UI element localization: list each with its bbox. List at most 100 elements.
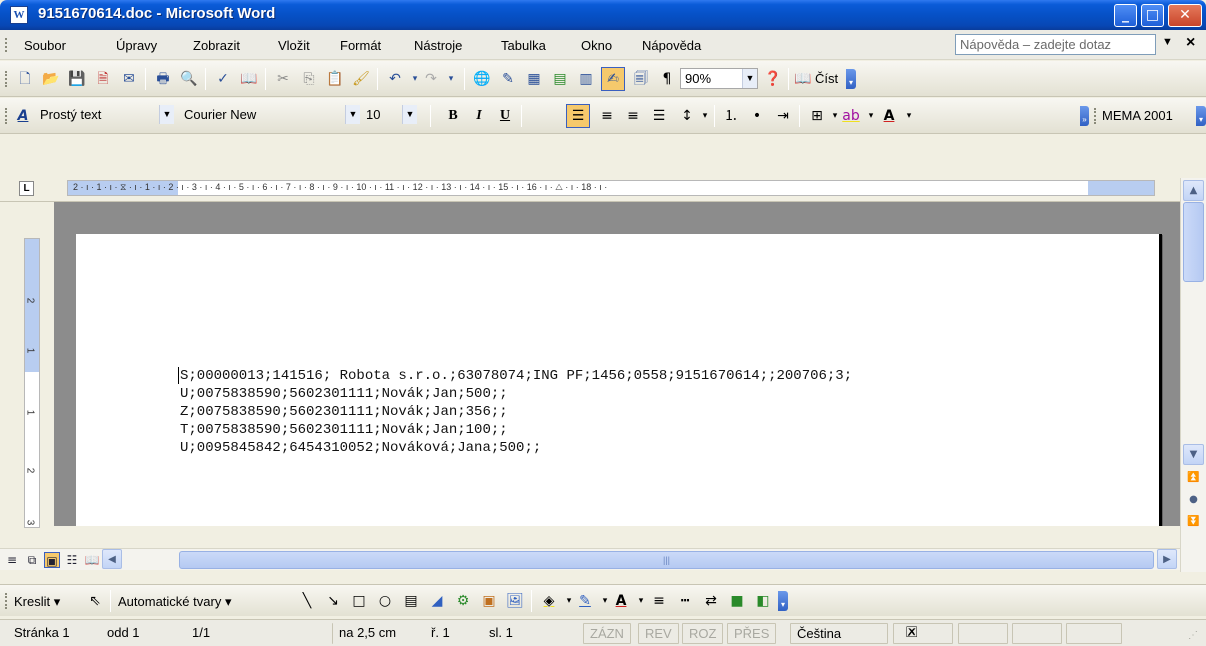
ruler-strip[interactable]: 2 · ı · 1 · ı · ⧖ · ı · 1 · ı · 2 · ı · …: [67, 180, 1155, 196]
open-folder-icon[interactable]: 📂: [40, 68, 62, 90]
spelling-icon[interactable]: ✓: [212, 68, 234, 90]
scroll-up-icon[interactable]: ▲: [1183, 180, 1204, 201]
insert-picture-icon[interactable]: 🖼: [504, 590, 526, 612]
title-bar[interactable]: W 9151670614.doc - Microsoft Word _ □ ✕: [0, 0, 1206, 30]
status-extend[interactable]: ROZ: [682, 623, 724, 644]
close-button[interactable]: ✕: [1168, 4, 1202, 27]
select-objects-icon[interactable]: ⇖: [84, 590, 106, 612]
mema-toolbar-label[interactable]: MEMA 2001: [1102, 108, 1173, 123]
menu-grip[interactable]: [5, 38, 8, 52]
font-color-dropdown-icon[interactable]: ▾: [898, 105, 920, 127]
help-search-input[interactable]: Nápověda – zadejte dotaz: [955, 34, 1156, 55]
insert-table-icon[interactable]: ▦: [523, 68, 545, 90]
show-hide-icon[interactable]: ¶: [656, 68, 678, 90]
align-left-icon[interactable]: ☰: [566, 104, 590, 128]
vertical-scrollbar[interactable]: ▲ ▼ ⏫ ● ⏬: [1180, 178, 1206, 572]
toolbar-grip[interactable]: [5, 108, 8, 124]
bold-button[interactable]: B: [442, 105, 464, 127]
draw-font-color-icon[interactable]: A: [610, 590, 632, 612]
scroll-left-icon[interactable]: ◀: [102, 549, 122, 569]
font-select[interactable]: Courier New ▼: [180, 105, 360, 126]
undo-icon[interactable]: ↶: [384, 68, 406, 90]
drawing-toolbar-options-icon[interactable]: ▾: [778, 591, 788, 611]
diagram-icon[interactable]: ⚙: [452, 590, 474, 612]
underline-button[interactable]: U: [494, 105, 516, 127]
spelling-status-icon[interactable]: 🗷: [893, 623, 953, 644]
read-mode-icon[interactable]: 📖: [792, 68, 814, 90]
redo-dropdown-icon[interactable]: ▾: [440, 68, 462, 90]
status-language[interactable]: Čeština: [790, 623, 888, 644]
line-color-icon[interactable]: ✎: [574, 590, 596, 612]
menu-vlozit[interactable]: Vložit: [278, 38, 310, 53]
scroll-right-icon[interactable]: ▶: [1157, 549, 1177, 569]
dash-style-icon[interactable]: ┅: [674, 590, 696, 612]
drawing-icon[interactable]: ✍: [601, 67, 625, 91]
text-box-icon[interactable]: ▤: [400, 590, 422, 612]
vertical-scroll-thumb[interactable]: [1183, 202, 1204, 282]
menu-format[interactable]: Formát: [340, 38, 381, 53]
wordart-icon[interactable]: ◢: [426, 590, 448, 612]
email-icon[interactable]: ✉: [118, 68, 140, 90]
font-size-dropdown-icon[interactable]: ▼: [402, 105, 417, 124]
align-right-icon[interactable]: ≡: [622, 105, 644, 127]
fill-color-icon[interactable]: ◈: [538, 590, 560, 612]
normal-view-icon[interactable]: ≡: [4, 552, 20, 568]
permission-icon[interactable]: 🗎: [92, 68, 114, 90]
redo-icon[interactable]: ↷: [420, 68, 442, 90]
read-button[interactable]: Číst: [815, 71, 838, 86]
menu-soubor[interactable]: Soubor: [24, 38, 66, 53]
menu-nastroje[interactable]: Nástroje: [414, 38, 462, 53]
oval-icon[interactable]: ○: [374, 590, 396, 612]
menu-upravy[interactable]: Úpravy: [116, 38, 157, 53]
help-icon[interactable]: ❓: [762, 68, 784, 90]
style-dropdown-icon[interactable]: ▼: [159, 105, 174, 124]
menu-tabulka[interactable]: Tabulka: [501, 38, 546, 53]
draw-menu-button[interactable]: Kreslit ▾: [14, 594, 60, 610]
font-size-select[interactable]: 10 ▼: [362, 105, 417, 126]
align-center-icon[interactable]: ≡: [596, 105, 618, 127]
font-color-icon[interactable]: A: [878, 105, 900, 127]
toolbar-grip[interactable]: [5, 71, 8, 87]
menu-zobrazit[interactable]: Zobrazit: [193, 38, 240, 53]
document-text[interactable]: S;00000013;141516; Robota s.r.o.;6307807…: [180, 367, 852, 457]
outline-view-icon[interactable]: ☷: [64, 552, 80, 568]
shadow-style-icon[interactable]: ■: [726, 590, 748, 612]
styles-pane-icon[interactable]: A: [12, 105, 34, 127]
zoom-select[interactable]: 90% ▼: [680, 68, 758, 89]
mema-toolbar-options-icon[interactable]: ▾: [1196, 106, 1206, 126]
status-track-changes[interactable]: REV: [638, 623, 679, 644]
menu-okno[interactable]: Okno: [581, 38, 612, 53]
document-map-icon[interactable]: 🗐: [630, 68, 652, 90]
columns-icon[interactable]: ▥: [575, 68, 597, 90]
print-layout-icon[interactable]: ▣: [44, 552, 60, 568]
toolbar-grip[interactable]: [5, 593, 8, 609]
maximize-button[interactable]: □: [1141, 4, 1164, 27]
tables-borders-icon[interactable]: ✎: [497, 68, 519, 90]
toolbar-options-icon[interactable]: ▾: [846, 69, 856, 89]
format-toolbar-options-icon[interactable]: »: [1080, 106, 1089, 126]
numbering-icon[interactable]: ⒈: [720, 105, 742, 127]
menu-napoveda[interactable]: Nápověda: [642, 38, 701, 53]
help-dropdown-icon[interactable]: ▼: [1162, 36, 1173, 48]
hyperlink-icon[interactable]: 🌐: [471, 68, 493, 90]
increase-indent-icon[interactable]: ⇥: [772, 105, 794, 127]
close-document-button[interactable]: ×: [1186, 34, 1195, 52]
font-dropdown-icon[interactable]: ▼: [345, 105, 360, 124]
print-icon[interactable]: 🖶: [152, 68, 174, 90]
save-icon[interactable]: 💾: [66, 68, 88, 90]
clip-art-icon[interactable]: ▣: [478, 590, 500, 612]
resize-grip-icon[interactable]: ⋰: [1188, 630, 1198, 641]
arrow-icon[interactable]: ↘: [322, 590, 344, 612]
arrow-style-icon[interactable]: ⇄: [700, 590, 722, 612]
word-app-icon[interactable]: W: [10, 6, 28, 24]
copy-icon[interactable]: ⎘: [298, 68, 320, 90]
research-icon[interactable]: 📖: [238, 68, 260, 90]
format-painter-icon[interactable]: 🖌: [350, 68, 372, 90]
print-preview-icon[interactable]: 🔍: [178, 68, 200, 90]
line-spacing-dropdown-icon[interactable]: ▾: [694, 105, 716, 127]
vertical-ruler-strip[interactable]: 2 1 1 2 3: [24, 238, 40, 528]
previous-page-icon[interactable]: ⏫: [1183, 468, 1204, 489]
style-select[interactable]: Prostý text ▼: [36, 105, 174, 126]
3d-style-icon[interactable]: ◧: [752, 590, 774, 612]
next-page-icon[interactable]: ⏬: [1183, 512, 1204, 533]
